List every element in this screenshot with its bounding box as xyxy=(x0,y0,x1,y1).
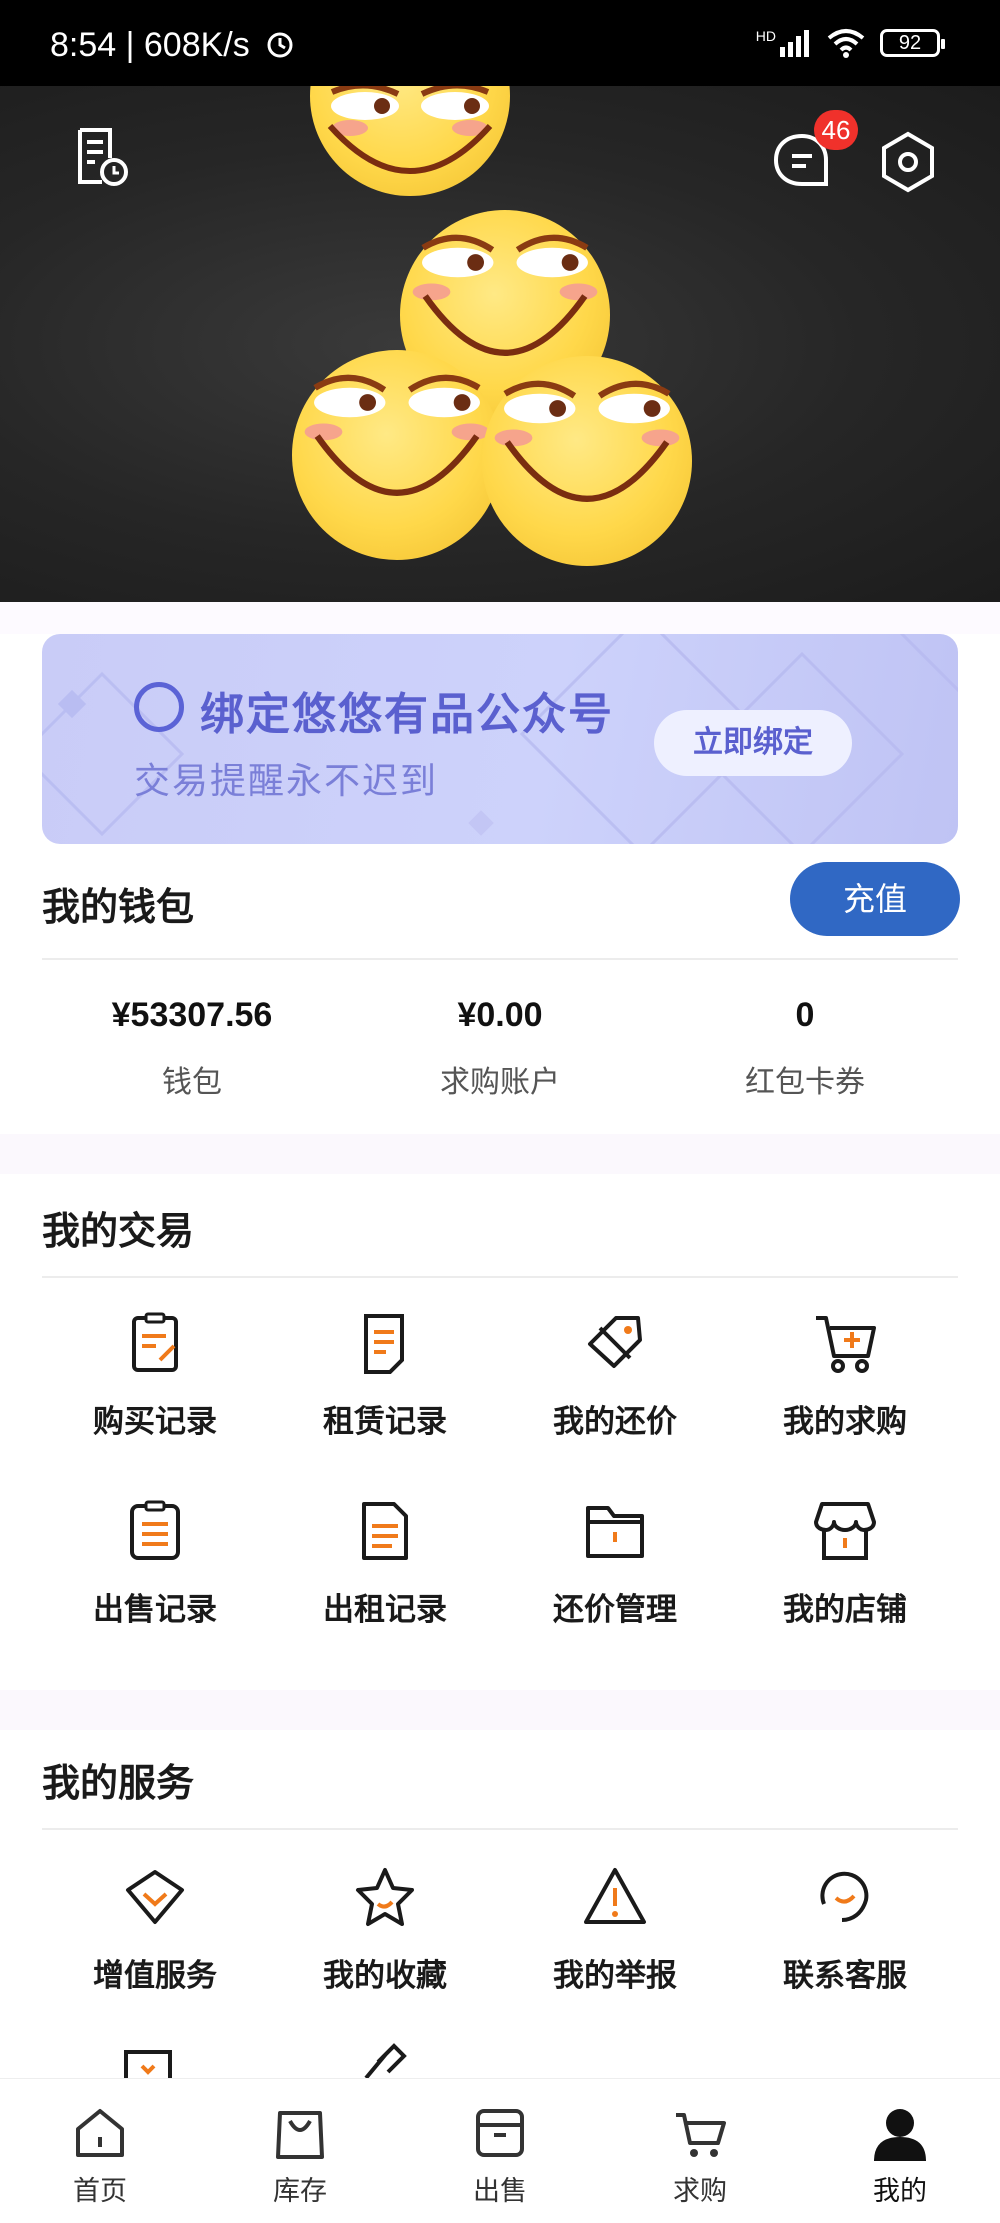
headset-icon xyxy=(820,1871,869,1922)
nav-home-label: 首页 xyxy=(73,2176,127,2207)
my-counteroffer-item[interactable]: 我的还价 xyxy=(500,1310,730,1441)
nav-inventory[interactable]: 库存 xyxy=(200,2105,400,2208)
divider xyxy=(42,1276,958,1278)
banner-subtitle: 交易提醒永不迟到 xyxy=(134,761,439,802)
coupons[interactable]: 0 红包卡券 xyxy=(655,996,955,1101)
nav-home[interactable]: 首页 xyxy=(0,2105,200,2208)
lease-record-icon xyxy=(362,1502,408,1560)
services-title: 我的服务 xyxy=(42,1761,195,1805)
cart-add-icon xyxy=(816,1316,876,1373)
bottom-nav: 首页 库存 出售 求购 我的 xyxy=(0,2078,1000,2223)
nav-sell[interactable]: 出售 xyxy=(400,2105,600,2208)
rental-record-icon xyxy=(364,1314,404,1374)
messages-button[interactable]: 46 xyxy=(770,110,858,194)
user-icon xyxy=(874,2109,926,2161)
box-icon xyxy=(476,2109,524,2157)
value-added-service-label: 增值服务 xyxy=(93,1958,217,1994)
wifi-icon xyxy=(827,29,865,58)
signal-icon xyxy=(780,30,809,57)
status-icons: HD 92 xyxy=(755,28,945,58)
profile-header: 46 xyxy=(0,86,1000,602)
rental-record-item[interactable]: 租赁记录 xyxy=(270,1310,500,1441)
lease-record-label: 出租记录 xyxy=(323,1592,447,1628)
battery-indicator: 92 xyxy=(880,29,945,57)
my-counteroffer-label: 我的还价 xyxy=(553,1404,677,1440)
counteroffer-manage-label: 还价管理 xyxy=(553,1592,677,1628)
purchase-account-value: ¥0.00 xyxy=(457,996,543,1034)
nav-mine[interactable]: 我的 xyxy=(800,2105,1000,2208)
sale-record-label: 出售记录 xyxy=(93,1592,217,1628)
home-icon xyxy=(76,2109,124,2157)
my-favorites-label: 我的收藏 xyxy=(323,1958,447,1994)
wallet-title: 我的钱包 xyxy=(42,885,195,929)
coupons-value: 0 xyxy=(795,996,815,1034)
rental-record-label: 租赁记录 xyxy=(323,1404,447,1440)
my-store-item[interactable]: 我的店铺 xyxy=(730,1498,960,1629)
nav-inventory-label: 库存 xyxy=(273,2176,327,2207)
nav-purchase-request-label: 求购 xyxy=(673,2176,727,2207)
emoji-sticker xyxy=(310,86,510,196)
service-partial-icon xyxy=(364,2043,407,2078)
bind-now-button[interactable]: 立即绑定 xyxy=(654,710,852,776)
warning-icon xyxy=(584,1868,646,1924)
status-time-speed: 8:54 | 608K/s xyxy=(50,26,297,65)
wallet-balance[interactable]: ¥53307.56 钱包 xyxy=(42,996,342,1101)
sale-record-icon xyxy=(130,1500,180,1560)
divider xyxy=(42,958,958,960)
value-added-service-item[interactable]: 增值服务 xyxy=(40,1864,270,1995)
purchase-record-icon xyxy=(132,1312,178,1372)
divider xyxy=(42,1828,958,1830)
emoji-sticker xyxy=(482,356,692,566)
my-purchase-request-item[interactable]: 我的求购 xyxy=(730,1310,960,1441)
my-favorites-item[interactable]: 我的收藏 xyxy=(270,1864,500,1995)
section-spacer xyxy=(0,1134,1000,1174)
purchase-record-item[interactable]: 购买记录 xyxy=(40,1310,270,1441)
network-type-label: HD xyxy=(755,28,776,44)
recharge-button[interactable]: 充值 xyxy=(790,862,960,936)
purchase-account[interactable]: ¥0.00 求购账户 xyxy=(350,996,650,1101)
status-time-speed-text: 8:54 | 608K/s xyxy=(50,26,250,64)
nav-purchase-request[interactable]: 求购 xyxy=(600,2105,800,2208)
trade-title: 我的交易 xyxy=(42,1209,195,1253)
counteroffer-manage-item[interactable]: 还价管理 xyxy=(500,1498,730,1629)
contact-support-label: 联系客服 xyxy=(783,1958,907,1994)
purchase-account-label: 求购账户 xyxy=(440,1065,560,1100)
service-partial-icon xyxy=(124,2050,172,2078)
my-reports-item[interactable]: 我的举报 xyxy=(500,1864,730,1995)
lease-record-item[interactable]: 出租记录 xyxy=(270,1498,500,1629)
status-bar: 8:54 | 608K/s HD 92 xyxy=(0,0,1000,86)
price-tag-icon xyxy=(588,1316,642,1368)
banner-title: 绑定悠悠有品公众号 xyxy=(200,689,614,740)
wallet-balance-label: 钱包 xyxy=(162,1065,222,1100)
message-count-badge: 46 xyxy=(814,110,858,150)
wallet-balance-value: ¥53307.56 xyxy=(111,996,273,1034)
my-store-label: 我的店铺 xyxy=(783,1592,907,1628)
purchase-record-label: 购买记录 xyxy=(93,1404,217,1440)
section-spacer xyxy=(0,602,1000,634)
bag-icon xyxy=(276,2111,324,2159)
coupons-label: 红包卡券 xyxy=(745,1065,865,1100)
contact-support-item[interactable]: 联系客服 xyxy=(730,1864,960,1995)
youpin-logo-icon xyxy=(134,682,184,732)
my-reports-label: 我的举报 xyxy=(553,1958,677,1994)
star-icon xyxy=(356,1868,414,1926)
cart-icon xyxy=(676,2113,726,2157)
store-icon xyxy=(814,1502,876,1560)
nav-mine-label: 我的 xyxy=(873,2176,927,2207)
emoji-sticker xyxy=(292,350,502,560)
section-spacer xyxy=(0,1690,1000,1730)
nav-sell-label: 出售 xyxy=(473,2176,527,2207)
settings-icon[interactable] xyxy=(876,130,940,194)
folder-icon xyxy=(586,1506,644,1558)
bind-account-banner[interactable]: 绑定悠悠有品公众号 交易提醒永不迟到 立即绑定 xyxy=(42,634,958,844)
alarm-icon xyxy=(267,32,293,58)
diamond-icon xyxy=(126,1870,184,1924)
my-purchase-request-label: 我的求购 xyxy=(783,1404,907,1440)
order-history-icon[interactable] xyxy=(70,126,134,190)
sale-record-item[interactable]: 出售记录 xyxy=(40,1498,270,1629)
